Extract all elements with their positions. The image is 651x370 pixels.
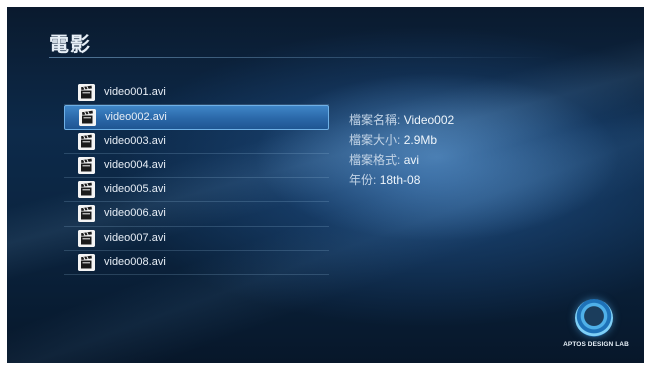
detail-name-label: 檔案名稱:	[349, 113, 401, 127]
clapperboard-icon	[78, 156, 95, 174]
file-list-item-label: video008.avi	[104, 256, 166, 269]
file-list-item-label: video002.avi	[105, 111, 167, 124]
file-list-item[interactable]: video005.avi	[64, 178, 329, 203]
detail-size-value: 2.9Mb	[403, 133, 438, 147]
file-list-item[interactable]: video006.avi	[64, 202, 329, 227]
detail-name-value: Video002	[403, 113, 455, 127]
detail-format-label: 檔案格式:	[349, 153, 401, 167]
file-list: video001.avi video002.avi video003.avi vide…	[64, 81, 329, 276]
file-list-item[interactable]: video003.avi	[64, 130, 329, 154]
media-browser-screen: 電影 video001.avi video002.avi video003.avi v…	[7, 7, 644, 363]
title-divider	[49, 57, 549, 58]
page-title: 電影	[49, 34, 91, 56]
detail-year-label: 年份:	[349, 173, 377, 187]
file-list-item[interactable]: video007.avi	[64, 227, 329, 252]
clapperboard-icon	[78, 84, 95, 101]
detail-size: 檔案大小: 2.9Mb	[349, 130, 454, 150]
brand-text: APTOS DESIGN LAB	[563, 341, 629, 348]
detail-name: 檔案名稱: Video002	[349, 110, 454, 130]
file-list-item-label: video007.avi	[104, 231, 166, 244]
file-list-item-label: video005.avi	[104, 183, 166, 196]
file-list-item-label: video006.avi	[104, 207, 166, 220]
detail-year: 年份: 18th-08	[349, 170, 454, 190]
detail-format: 檔案格式: avi	[349, 150, 454, 170]
clapperboard-icon	[78, 229, 95, 247]
file-details-panel: 檔案名稱: Video002 檔案大小: 2.9Mb 檔案格式: avi 年份:…	[349, 110, 454, 190]
file-list-item[interactable]: video004.avi	[64, 154, 329, 179]
brand-logo: APTOS DESIGN LAB	[561, 299, 631, 359]
detail-size-label: 檔案大小:	[349, 133, 401, 147]
file-list-item-label: video003.avi	[104, 134, 166, 147]
clapperboard-icon	[78, 254, 95, 272]
clapperboard-icon	[78, 132, 95, 150]
detail-format-value: avi	[403, 153, 420, 167]
file-list-item[interactable]: video002.avi	[64, 105, 329, 130]
clapperboard-icon	[78, 181, 95, 199]
file-list-item-label: video001.avi	[104, 86, 166, 98]
aptos-logo-icon	[575, 299, 613, 337]
file-list-item[interactable]: video001.avi	[64, 81, 329, 106]
detail-year-value: 18th-08	[379, 173, 421, 187]
clapperboard-icon	[79, 109, 96, 127]
file-list-item[interactable]: video008.avi	[64, 251, 329, 276]
file-list-item-label: video004.avi	[104, 158, 166, 171]
clapperboard-icon	[78, 205, 95, 223]
